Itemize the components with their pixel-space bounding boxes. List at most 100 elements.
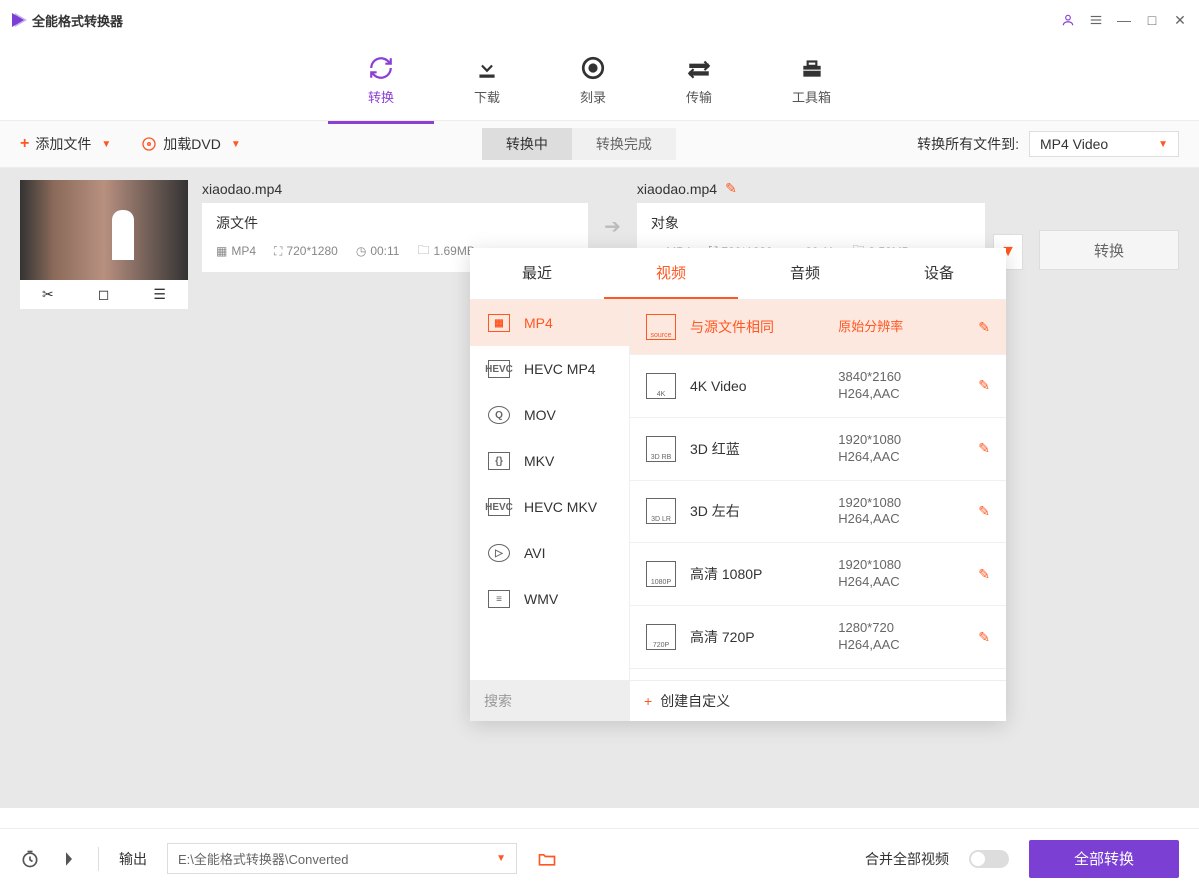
tab-converting[interactable]: 转换中 (482, 128, 572, 160)
titlebar: 全能格式转换器 — □ ✕ (0, 0, 1199, 40)
cut-icon[interactable]: ✂ (42, 286, 54, 303)
source-filename: xiaodao.mp4 (202, 181, 282, 197)
format-list: ▦MP4 HEVCHEVC MP4 QMOV {}MKV HEVCHEVC MK… (470, 300, 630, 680)
maximize-icon[interactable]: □ (1145, 13, 1159, 27)
minimize-icon[interactable]: — (1117, 13, 1131, 27)
hevc-icon: HEVC (488, 498, 510, 516)
preset-720p[interactable]: 720P 高清 720P 1280*720H264,AAC✎ (630, 606, 1006, 669)
crop-icon[interactable]: ◻ (98, 286, 110, 303)
menu-icon[interactable] (1089, 13, 1103, 27)
chevron-down-icon: ▼ (231, 139, 241, 150)
edit-preset-icon[interactable]: ✎ (978, 566, 990, 583)
popup-tab-recent[interactable]: 最近 (470, 248, 604, 299)
nav-convert[interactable]: 转换 (368, 55, 394, 106)
preset-3d-lr[interactable]: 3D LR 3D 左右 1920*1080H264,AAC✎ (630, 481, 1006, 544)
preset-icon: 4K (646, 373, 676, 399)
edit-name-icon[interactable]: ✎ (725, 180, 737, 197)
target-title: 对象 (651, 213, 971, 233)
chevron-down-icon: ▼ (1158, 139, 1168, 150)
content-area: ✂ ◻ ☰ xiaodao.mp4 源文件 ▦ MP4 ⛶ 720*1280 ◷… (0, 168, 1199, 808)
nav-toolbox-label: 工具箱 (792, 87, 831, 106)
convert-all-button[interactable]: 全部转换 (1029, 840, 1179, 878)
nav-convert-label: 转换 (368, 87, 394, 106)
add-file-button[interactable]: + 添加文件 ▼ (20, 134, 111, 154)
wmv-icon: ≡ (488, 590, 510, 608)
film-icon: ▦ (488, 314, 510, 332)
nav-burn[interactable]: 刻录 (580, 55, 606, 106)
fmt-wmv[interactable]: ≡WMV (470, 576, 629, 622)
app-logo-icon (12, 13, 24, 27)
edit-preset-icon[interactable]: ✎ (978, 440, 990, 457)
preset-list: source 与源文件相同 原始分辨率✎ 4K 4K Video 3840*21… (630, 300, 1006, 680)
target-filename: xiaodao.mp4 (637, 181, 717, 197)
fmt-mkv[interactable]: {}MKV (470, 438, 629, 484)
edit-preset-icon[interactable]: ✎ (978, 377, 990, 394)
mov-icon: Q (488, 406, 510, 424)
chevron-down-icon: ▼ (496, 853, 506, 864)
src-size: 🗀 1.69MB (417, 241, 474, 262)
nav-download[interactable]: 下载 (474, 55, 500, 106)
preset-icon: 1080P (646, 561, 676, 587)
mkv-icon: {} (488, 452, 510, 470)
search-input[interactable]: 搜索 (470, 681, 630, 721)
src-duration: ◷ 00:11 (356, 244, 400, 258)
load-dvd-button[interactable]: 加载DVD ▼ (141, 134, 240, 154)
output-path-value: E:\全能格式转换器\Converted (178, 849, 349, 868)
plus-icon: + (20, 135, 29, 153)
format-select[interactable]: MP4 Video ▼ (1029, 131, 1179, 157)
nav-transfer-label: 传输 (686, 87, 712, 106)
nav-toolbox[interactable]: 工具箱 (792, 55, 831, 106)
open-folder-icon[interactable] (537, 849, 557, 869)
popup-tab-video[interactable]: 视频 (604, 248, 738, 299)
fmt-mp4[interactable]: ▦MP4 (470, 300, 629, 346)
nav-transfer[interactable]: 传输 (686, 55, 712, 106)
user-icon[interactable] (1061, 13, 1075, 27)
video-thumbnail[interactable] (20, 180, 188, 280)
fmt-hevc-mp4[interactable]: HEVCHEVC MP4 (470, 346, 629, 392)
convert-all-to-label: 转换所有文件到: (917, 134, 1019, 154)
nav-download-label: 下载 (474, 87, 500, 106)
preset-icon: 3D LR (646, 498, 676, 524)
fmt-mov[interactable]: QMOV (470, 392, 629, 438)
edit-preset-icon[interactable]: ✎ (978, 629, 990, 646)
main-nav: 转换 下载 刻录 传输 工具箱 (0, 40, 1199, 120)
convert-button[interactable]: 转换 (1039, 230, 1179, 270)
output-path-select[interactable]: E:\全能格式转换器\Converted ▼ (167, 843, 517, 874)
src-format: ▦ MP4 (216, 244, 256, 258)
toolbar: + 添加文件 ▼ 加载DVD ▼ 转换中 转换完成 转换所有文件到: MP4 V… (0, 120, 1199, 168)
add-file-label: 添加文件 (35, 134, 91, 154)
speed-icon[interactable] (60, 850, 78, 868)
hevc-icon: HEVC (488, 360, 510, 378)
preset-icon: 720P (646, 624, 676, 650)
fmt-hevc-mkv[interactable]: HEVCHEVC MKV (470, 484, 629, 530)
app-title: 全能格式转换器 (32, 11, 123, 30)
toolbox-icon (799, 55, 825, 81)
avi-icon: ▷ (488, 544, 510, 562)
settings-icon[interactable]: ☰ (153, 286, 166, 303)
chevron-down-icon: ▼ (101, 139, 111, 150)
source-title: 源文件 (216, 213, 574, 233)
preset-same-as-source[interactable]: source 与源文件相同 原始分辨率✎ (630, 300, 1006, 355)
preset-4k[interactable]: 4K 4K Video 3840*2160H264,AAC✎ (630, 355, 1006, 418)
tab-done[interactable]: 转换完成 (572, 128, 676, 160)
nav-burn-label: 刻录 (580, 87, 606, 106)
edit-preset-icon[interactable]: ✎ (978, 503, 990, 520)
create-custom-button[interactable]: + 创建自定义 (630, 681, 1006, 721)
edit-preset-icon[interactable]: ✎ (978, 319, 990, 336)
preset-1080p[interactable]: 1080P 高清 1080P 1920*1080H264,AAC✎ (630, 543, 1006, 606)
merge-label: 合并全部视频 (865, 849, 949, 869)
popup-tab-device[interactable]: 设备 (872, 248, 1006, 299)
disc-icon (141, 136, 157, 152)
fmt-avi[interactable]: ▷AVI (470, 530, 629, 576)
popup-tab-audio[interactable]: 音频 (738, 248, 872, 299)
arrow-right-icon: ➔ (604, 214, 621, 239)
format-selected-value: MP4 Video (1040, 136, 1108, 152)
output-label: 输出 (119, 849, 147, 869)
burn-icon (580, 55, 606, 81)
transfer-icon (686, 55, 712, 81)
preset-3d-rb[interactable]: 3D RB 3D 红蓝 1920*1080H264,AAC✎ (630, 418, 1006, 481)
merge-toggle[interactable] (969, 850, 1009, 868)
preset-icon: source (646, 314, 676, 340)
close-icon[interactable]: ✕ (1173, 13, 1187, 27)
clock-icon[interactable] (20, 849, 40, 869)
